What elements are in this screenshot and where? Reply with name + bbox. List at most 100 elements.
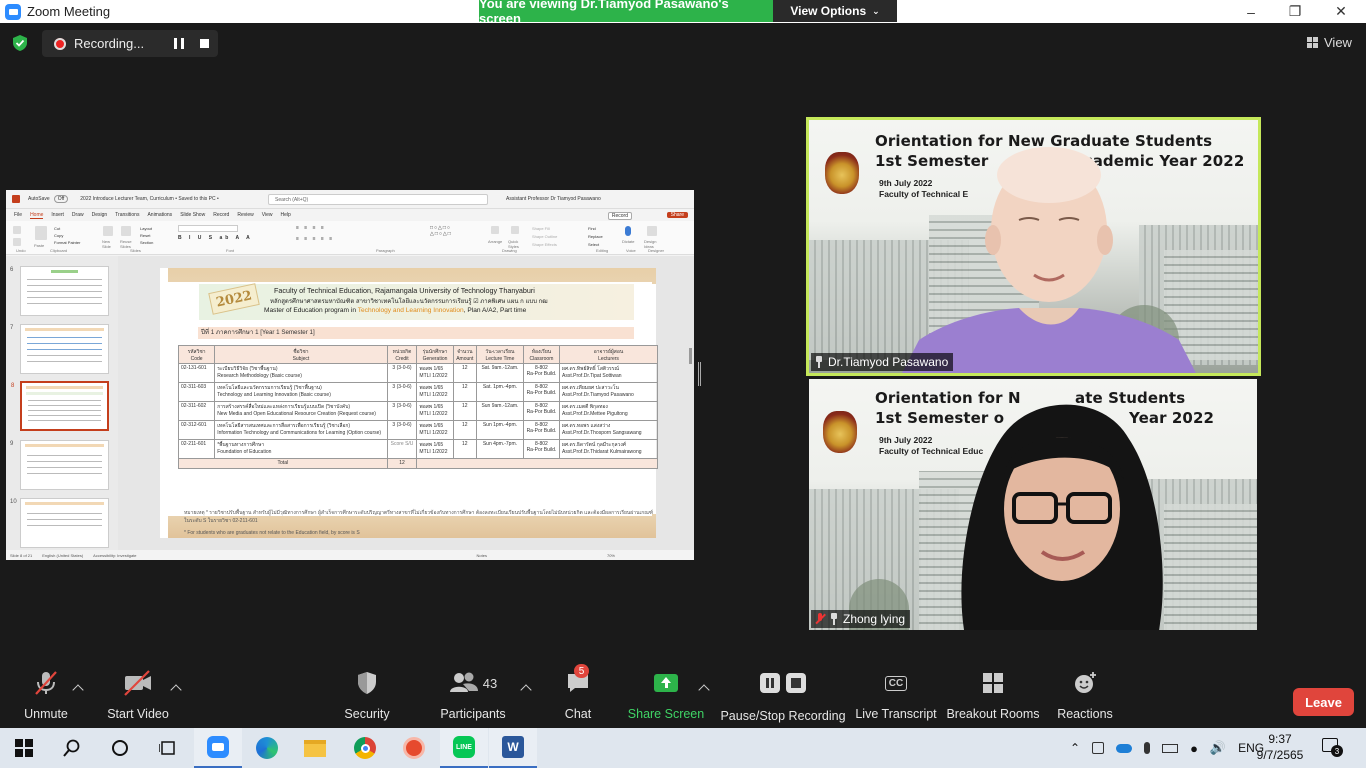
breakout-rooms-button[interactable]: Breakout Rooms <box>946 666 1040 728</box>
accessibility-status[interactable]: Accessibility: Investigate <box>93 553 136 558</box>
minimize-button[interactable]: – <box>1228 0 1274 23</box>
share-screen-button[interactable]: Share Screen <box>628 666 704 728</box>
leave-button[interactable]: Leave <box>1293 688 1354 716</box>
cortana-icon[interactable] <box>96 728 144 768</box>
dictate-button[interactable]: Dictate <box>622 225 634 249</box>
split-divider-handle[interactable] <box>698 362 701 386</box>
tray-overflow-chevron-icon[interactable]: ⌃ <box>1070 741 1080 755</box>
participants-label: Participants <box>440 707 506 721</box>
paragraph-group[interactable]: ≡ ≡ ≡ ≡ ≡ ≡ ≡ ≡ ≡ <box>296 225 426 249</box>
ppt-menu-record[interactable]: Record <box>213 212 229 218</box>
cut-button[interactable]: Cut <box>54 225 80 232</box>
autosave-toggle[interactable]: Off <box>53 195 69 203</box>
tray-device-icon[interactable] <box>1092 742 1105 754</box>
shape-outline-button[interactable]: Shape Outline <box>532 233 557 241</box>
line-icon[interactable]: LINE <box>440 728 488 768</box>
copy-button[interactable]: Copy <box>54 232 80 239</box>
participants-button[interactable]: 43 Participants <box>440 666 506 728</box>
maximize-button[interactable]: ❐ <box>1272 0 1318 23</box>
audio-options-caret[interactable] <box>72 684 84 696</box>
start-video-button[interactable]: Start Video <box>103 666 173 728</box>
zoom-level[interactable]: 70% <box>607 553 615 558</box>
reset-button[interactable]: Reset <box>140 232 153 239</box>
search-icon[interactable] <box>48 728 96 768</box>
slide-thumbnail-selected[interactable]: 8 <box>11 381 109 431</box>
participants-options-caret[interactable] <box>520 684 532 696</box>
live-transcript-button[interactable]: CC Live Transcript <box>855 666 937 728</box>
ppt-menu-view[interactable]: View <box>262 212 273 218</box>
ppt-record-button[interactable]: Record <box>607 212 632 220</box>
pause-recording-icon[interactable] <box>174 38 184 49</box>
shared-screen[interactable]: AutoSave Off 2022 Introduce Lecturer Tea… <box>6 190 694 560</box>
reuse-slides-button[interactable]: Reuse Slides <box>120 225 132 249</box>
ppt-menu-transitions[interactable]: Transitions <box>115 212 139 218</box>
ppt-menu-help[interactable]: Help <box>280 212 290 218</box>
view-options-button[interactable]: View Options ⌄ <box>773 0 897 22</box>
word-icon[interactable]: W <box>489 728 537 768</box>
arrange-button[interactable]: Arrange <box>488 225 502 249</box>
slide-thumbnail[interactable]: 7 <box>10 324 109 374</box>
slide-thumbnail[interactable]: 6 <box>10 266 109 316</box>
slide-thumbnail[interactable]: 9 <box>10 440 109 490</box>
onedrive-cloud-icon[interactable] <box>1116 743 1133 753</box>
volume-icon[interactable]: 🔊 <box>1210 740 1226 756</box>
col-header-lecturers: อาจารย์ผู้สอน Lecturers <box>559 345 658 364</box>
wifi-icon[interactable]: ● <box>1190 741 1198 756</box>
powerpoint-icon <box>12 195 20 203</box>
shape-fill-button[interactable]: Shape Fill <box>532 225 557 233</box>
slide-canvas[interactable]: 2022 Faculty of Technical Education, Raj… <box>160 268 658 538</box>
task-view-icon[interactable] <box>144 728 192 768</box>
shield-check-icon[interactable] <box>11 34 29 52</box>
battery-icon[interactable] <box>1162 743 1179 753</box>
ppt-search-input[interactable]: Search (Alt+Q) <box>268 194 488 205</box>
ppt-menu-design[interactable]: Design <box>92 212 108 218</box>
microphone-tray-icon[interactable] <box>1144 742 1151 754</box>
ppt-menu-draw[interactable]: Draw <box>72 212 84 218</box>
video-camera-off-icon <box>124 670 151 696</box>
ppt-menu-animations[interactable]: Animations <box>147 212 172 218</box>
taskbar-clock[interactable]: 9:37 9/7/2565 <box>1252 731 1308 763</box>
view-layout-button[interactable]: View <box>1307 35 1352 50</box>
shapes-gallery[interactable]: □○△□○ △□○△□ <box>430 225 490 249</box>
ppt-menu-file[interactable]: File <box>14 212 22 218</box>
video-tile-presenter[interactable]: Orientation for New Graduate Students 1s… <box>806 117 1261 376</box>
stop-recording-icon[interactable] <box>200 39 209 48</box>
system-tray: ⌃ ● 🔊 ENG <box>1070 728 1264 768</box>
notes-button[interactable]: Notes <box>477 553 487 558</box>
chat-button[interactable]: 5 Chat <box>560 664 596 728</box>
quick-styles-button[interactable]: Quick Styles <box>508 225 520 249</box>
find-button[interactable]: Find <box>588 225 603 233</box>
shape-effects-button[interactable]: Shape Effects <box>532 241 557 249</box>
ppt-menu-slideshow[interactable]: Slide Show <box>180 212 205 218</box>
app-red-icon[interactable] <box>390 728 438 768</box>
format-painter-button[interactable]: Format Painter <box>54 239 80 246</box>
ppt-menu-insert[interactable]: Insert <box>51 212 64 218</box>
close-button[interactable]: ✕ <box>1318 0 1364 23</box>
pause-stop-recording-button[interactable]: Pause/Stop Recording <box>720 666 846 728</box>
zoom-logo-icon <box>5 3 21 20</box>
paste-button[interactable]: Paste <box>34 225 48 249</box>
unmute-button[interactable]: Unmute <box>20 666 72 728</box>
video-tile-participant[interactable]: Orientation for N ate Students 1st Semes… <box>809 379 1257 630</box>
ppt-menu-home[interactable]: Home <box>30 212 44 219</box>
replace-button[interactable]: Replace <box>588 233 603 241</box>
layout-button[interactable]: Layout <box>140 225 153 232</box>
start-icon[interactable] <box>0 728 48 768</box>
edge-icon[interactable] <box>243 728 291 768</box>
new-slide-button[interactable]: New Slide <box>102 225 114 249</box>
section-button[interactable]: Section <box>140 239 153 246</box>
ppt-share-button[interactable]: Share <box>666 212 688 218</box>
design-ideas-button[interactable]: Design Ideas <box>644 225 658 249</box>
chrome-icon[interactable] <box>341 728 389 768</box>
notification-center-icon[interactable]: 3 <box>1322 738 1343 757</box>
window-title: Zoom Meeting <box>27 4 111 19</box>
reactions-button[interactable]: Reactions <box>1056 666 1114 728</box>
zoom-icon[interactable] <box>194 728 242 768</box>
language-status[interactable]: English (United States) <box>42 553 83 558</box>
recording-label: Recording... <box>74 36 145 51</box>
file-explorer-icon[interactable] <box>291 728 339 768</box>
security-button[interactable]: Security <box>341 666 393 728</box>
ppt-scrollbar[interactable] <box>689 348 692 364</box>
slide-thumbnail[interactable]: 10 <box>10 498 109 548</box>
ppt-menu-review[interactable]: Review <box>237 212 253 218</box>
